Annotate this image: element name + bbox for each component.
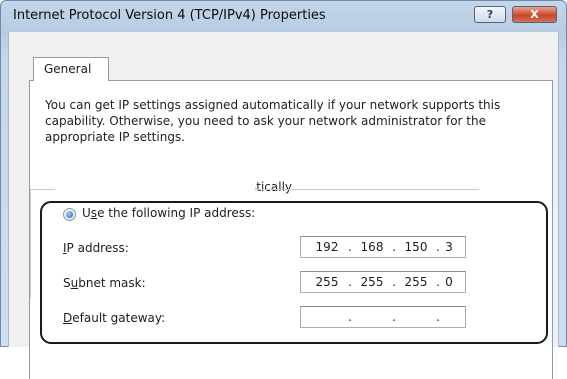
subnet-mask-field[interactable]: 255 . 255 . 255 . 0	[300, 271, 466, 293]
ip-address-label: IP address:	[63, 241, 129, 255]
octet-2[interactable]: 255	[356, 275, 388, 289]
default-gateway-field[interactable]: . . .	[300, 306, 466, 328]
description-text: You can get IP settings assigned automat…	[45, 98, 501, 144]
window-title: Internet Protocol Version 4 (TCP/IPv4) P…	[13, 8, 326, 23]
octet-1[interactable]: 255	[311, 275, 343, 289]
default-gateway-label: Default gateway:	[63, 311, 166, 325]
octet-3[interactable]: 255	[400, 275, 432, 289]
octet-4[interactable]: 3	[442, 240, 456, 254]
octet-2[interactable]: 168	[356, 240, 388, 254]
octet-4[interactable]: 0	[442, 275, 456, 289]
help-button[interactable]: ?	[474, 6, 506, 23]
octet-1[interactable]: 192	[311, 240, 343, 254]
close-icon: X	[530, 8, 539, 21]
tab-general[interactable]: General	[33, 57, 109, 81]
title-bar[interactable]: Internet Protocol Version 4 (TCP/IPv4) P…	[1, 1, 566, 29]
subnet-mask-label: Subnet mask:	[63, 276, 146, 290]
close-button[interactable]: X	[512, 6, 557, 23]
ip-address-field[interactable]: 192 . 168 . 150 . 3	[300, 236, 466, 258]
tab-general-label: General	[44, 62, 92, 76]
octet-3[interactable]: 150	[400, 240, 432, 254]
help-icon: ?	[486, 8, 494, 21]
use-following-ip-radio[interactable]	[63, 208, 76, 221]
use-following-ip-label[interactable]: Use the following IP address:	[82, 206, 255, 220]
